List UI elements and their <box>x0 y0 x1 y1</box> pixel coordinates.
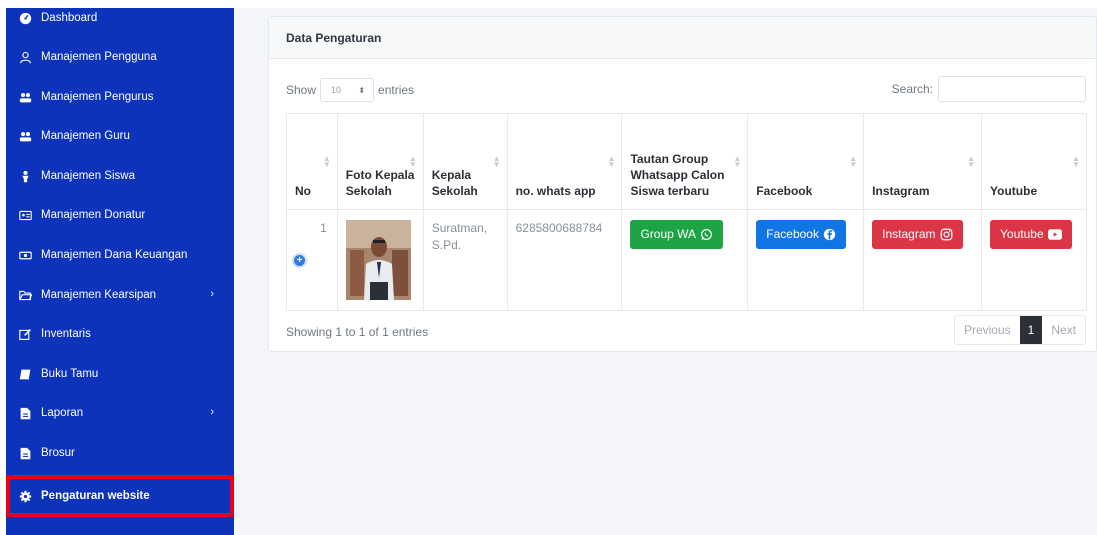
sidebar-item-label: Manajemen Siswa <box>41 170 135 182</box>
card-header: Data Pengaturan <box>269 17 1096 59</box>
facebook-button[interactable]: Facebook <box>756 220 846 249</box>
sidebar-item-manajemen-kearsipan[interactable]: Manajemen Kearsipan › <box>6 277 234 313</box>
sidebar-item-label: Manajemen Guru <box>41 130 130 142</box>
next-page-button[interactable]: Next <box>1042 316 1085 344</box>
cell-no: 1 + <box>286 209 338 311</box>
previous-page-button[interactable]: Previous <box>955 316 1020 344</box>
money-icon <box>18 248 32 262</box>
sidebar-item-label: Manajemen Kearsipan <box>41 289 157 301</box>
table-info: Showing 1 to 1 of 1 entries <box>286 325 429 339</box>
sidebar-item-label: Buku Tamu <box>41 368 99 380</box>
expand-row-icon[interactable]: + <box>292 253 307 268</box>
page-button-1[interactable]: 1 <box>1019 316 1043 344</box>
sort-icon: ▲ ▼ <box>849 154 858 169</box>
cell-group-wa: Group WA <box>621 209 749 311</box>
book-icon <box>18 367 32 381</box>
chevron-right-icon: › <box>210 288 214 300</box>
table-header-row: No ▲ ▼ Foto Kepala Sekolah ▲ ▼ Kepala Sekola… <box>286 113 1087 210</box>
page-length-value: 10 <box>331 85 342 95</box>
column-header-group-wa[interactable]: Tautan Group Whatsapp Calon Siswa terbar… <box>621 113 749 210</box>
table-row: 1 + Suratman, S.Pd. 6285800688784 Group … <box>286 209 1087 311</box>
column-header-instagram[interactable]: Instagram ▲ ▼ <box>863 113 983 210</box>
column-header-no[interactable]: No ▲ ▼ <box>286 113 338 210</box>
sort-icon: ▲ ▼ <box>607 154 616 169</box>
sidebar-item-manajemen-siswa[interactable]: Manajemen Siswa <box>6 158 234 194</box>
chevron-right-icon: › <box>210 406 214 418</box>
file-icon <box>18 446 32 460</box>
sort-icon: ▲ ▼ <box>967 154 976 169</box>
search-input[interactable] <box>938 76 1086 102</box>
cell-youtube: Youtube <box>981 209 1087 311</box>
column-header-facebook[interactable]: Facebook ▲ ▼ <box>747 113 865 210</box>
sidebar-item-label: Manajemen Dana Keuangan <box>41 249 188 261</box>
sidebar: Dashboard Manajemen Pengguna Manajemen P… <box>6 8 234 535</box>
sidebar-item-inventaris[interactable]: Inventaris <box>6 316 234 352</box>
users-icon <box>18 129 32 143</box>
sidebar-item-manajemen-pengurus[interactable]: Manajemen Pengurus <box>6 79 234 115</box>
facebook-icon <box>823 228 836 241</box>
cell-whatsapp: 6285800688784 <box>506 209 623 311</box>
principal-photo <box>345 220 411 300</box>
settings-card: Data Pengaturan Show 10 ⬍ entries Search… <box>268 16 1097 352</box>
column-header-kepala-sekolah[interactable]: Kepala Sekolah ▲ ▼ <box>422 113 508 210</box>
sidebar-item-manajemen-guru[interactable]: Manajemen Guru <box>6 118 234 154</box>
cell-instagram: Instagram <box>863 209 983 311</box>
sort-icon: ▲ ▼ <box>492 154 501 169</box>
instagram-button[interactable]: Instagram <box>872 220 963 249</box>
search-control: Search: <box>892 76 1086 102</box>
sidebar-item-laporan[interactable]: Laporan › <box>6 395 234 431</box>
sort-icon: ▲ ▼ <box>408 154 417 169</box>
page-length-control: Show 10 ⬍ entries <box>286 78 414 102</box>
column-header-youtube[interactable]: Youtube ▲ ▼ <box>981 113 1087 210</box>
sidebar-item-label: Pengaturan website <box>41 490 150 502</box>
instagram-icon <box>940 228 953 241</box>
sidebar-item-label: Laporan <box>41 407 84 419</box>
dashboard-icon <box>18 11 32 25</box>
file-icon <box>18 406 32 420</box>
id-card-icon <box>18 208 32 222</box>
column-header-foto[interactable]: Foto Kepala Sekolah ▲ ▼ <box>336 113 424 210</box>
sidebar-item-manajemen-pengguna[interactable]: Manajemen Pengguna <box>6 39 234 75</box>
sort-icon: ▲ ▼ <box>322 154 331 169</box>
sidebar-item-manajemen-dana-keuangan[interactable]: Manajemen Dana Keuangan <box>6 237 234 273</box>
youtube-icon <box>1047 229 1062 240</box>
sort-icon: ▲ ▼ <box>1072 154 1080 169</box>
settings-table: No ▲ ▼ Foto Kepala Sekolah ▲ ▼ Kepala Sekola… <box>286 113 1087 311</box>
cell-foto <box>336 209 424 311</box>
sort-icon: ▲ ▼ <box>733 154 742 169</box>
pagination: Previous 1 Next <box>953 315 1086 345</box>
card-title: Data Pengaturan <box>286 30 382 45</box>
sidebar-item-label: Manajemen Donatur <box>41 209 146 221</box>
gear-icon <box>18 489 32 503</box>
users-icon <box>18 90 32 104</box>
whatsapp-icon <box>700 228 713 241</box>
show-label: Show <box>286 83 317 97</box>
page-length-select[interactable]: 10 ⬍ <box>320 78 375 102</box>
edit-icon <box>18 327 32 341</box>
sidebar-item-label: Manajemen Pengurus <box>41 91 154 103</box>
select-arrows-icon: ⬍ <box>358 85 366 95</box>
sidebar-item-label: Brosur <box>41 447 75 459</box>
sidebar-item-dashboard[interactable]: Dashboard <box>6 8 234 36</box>
sidebar-item-manajemen-donatur[interactable]: Manajemen Donatur <box>6 197 234 233</box>
sidebar-item-label: Dashboard <box>41 12 98 24</box>
sidebar-item-label: Manajemen Pengguna <box>41 51 157 63</box>
entries-label: entries <box>378 83 415 97</box>
sidebar-item-pengaturan-website[interactable]: Pengaturan website <box>6 475 234 517</box>
cell-facebook: Facebook <box>747 209 865 311</box>
youtube-button[interactable]: Youtube <box>990 220 1072 249</box>
folder-open-icon <box>18 288 32 302</box>
student-icon <box>18 169 32 183</box>
user-icon <box>18 50 32 64</box>
sidebar-item-buku-tamu[interactable]: Buku Tamu <box>6 356 234 392</box>
group-wa-button[interactable]: Group WA <box>630 220 724 249</box>
column-header-whatsapp[interactable]: no. whats app ▲ ▼ <box>506 113 623 210</box>
sidebar-item-label: Inventaris <box>41 328 91 340</box>
app-root: Dashboard Manajemen Pengguna Manajemen P… <box>0 0 1097 535</box>
main-content: Data Pengaturan Show 10 ⬍ entries Search… <box>234 8 1097 535</box>
cell-kepala-sekolah: Suratman, S.Pd. <box>422 209 508 311</box>
sidebar-item-brosur[interactable]: Brosur <box>6 435 234 471</box>
search-label: Search: <box>891 82 933 96</box>
